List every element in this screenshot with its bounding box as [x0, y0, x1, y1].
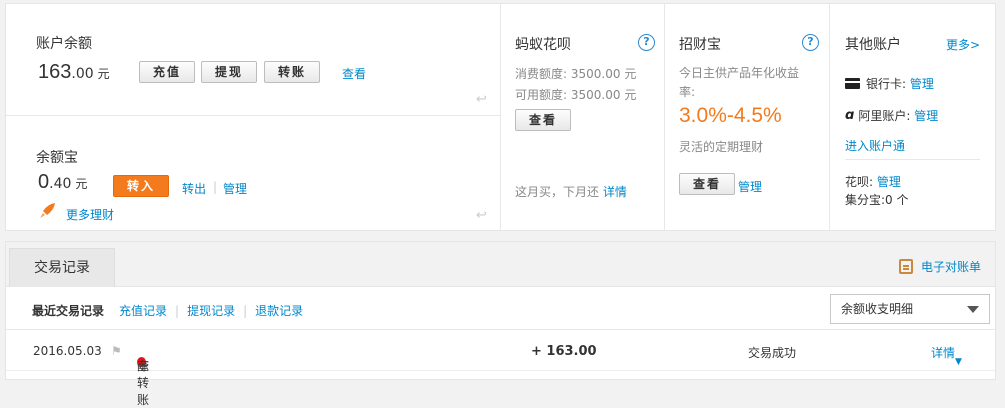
help-icon[interactable]: ?	[638, 34, 655, 51]
zhaocaibao-title: 招财宝	[679, 37, 721, 53]
bank-card-icon	[845, 78, 860, 89]
ali-account-row: ɑ 阿里账户: 管理	[845, 107, 939, 124]
divider: |	[213, 180, 218, 194]
trade-filter-bar: 最近交易记录 充值记录 | 提现记录 | 退款记录 余额收支明细	[6, 288, 995, 330]
table-row: 2016.05.03 ⚑ 陈奎转账 + 163.00 交易成功 详情 ▼	[6, 331, 995, 407]
huabei-manage-link[interactable]: 管理	[877, 175, 901, 189]
huabei-slogan: 这月买，下月还 详情	[515, 185, 627, 199]
balance-section: 账户余额 163.00 元 充值 提现 转账 查看 ↩	[6, 4, 500, 116]
view-balance-link[interactable]: 查看	[342, 65, 366, 82]
divider: |	[175, 304, 180, 318]
transfer-button[interactable]: 转账	[264, 61, 320, 83]
recent-trades-label: 最近交易记录	[32, 304, 105, 318]
return-icon: ↩	[476, 208, 487, 223]
divider	[845, 159, 980, 160]
flag-icon[interactable]: ⚑	[111, 344, 122, 358]
recharge-button[interactable]: 充值	[139, 61, 195, 83]
zhaocaibao-column: 招财宝 ? 今日主供产品年化收益 率: 3.0%-4.5% 灵活的定期理财 查看…	[665, 4, 829, 230]
ebill-link[interactable]: 电子对账单	[898, 258, 981, 275]
trade-date: 2016.05.03	[33, 344, 102, 358]
rocket-icon	[37, 201, 57, 221]
trade-records-panel: 交易记录 电子对账单 最近交易记录 充值记录 | 提现记录 | 退款记录 余额收支明细 …	[5, 241, 996, 407]
balance-amount: 163.00 元	[38, 61, 110, 83]
jifenbao-row: 集分宝:0 个	[845, 193, 909, 207]
return-icon: ↩	[476, 92, 487, 107]
huabei-column: 蚂蚁花呗 ? 消费额度: 3500.00 元 可用额度: 3500.00 元 查…	[501, 4, 664, 230]
huabei-view-button[interactable]: 查看	[515, 109, 571, 131]
trade-amount: + 163.00	[531, 344, 597, 359]
huabei-title: 蚂蚁花呗	[515, 37, 571, 53]
caret-down-icon	[967, 306, 979, 313]
bank-manage-link[interactable]: 管理	[910, 75, 934, 92]
zhaocaibao-desc: 今日主供产品年化收益 率:	[679, 66, 800, 99]
ali-logo-icon: ɑ	[845, 108, 855, 123]
balance-label: 账户余额	[36, 36, 92, 52]
withdraw-button[interactable]: 提现	[201, 61, 257, 83]
divider: |	[243, 304, 248, 318]
recharge-records-link[interactable]: 充值记录	[119, 304, 167, 318]
zhaocaibao-sub: 灵活的定期理财	[679, 140, 764, 154]
transfer-out-link[interactable]: 转出	[182, 180, 206, 197]
yuebao-label: 余额宝	[36, 150, 78, 166]
refund-records-link[interactable]: 退款记录	[255, 304, 303, 318]
ali-manage-link[interactable]: 管理	[914, 107, 938, 124]
account-overview-panel: 账户余额 163.00 元 充值 提现 转账 查看 ↩ 余额宝 0.40 元 转入 …	[5, 3, 996, 231]
bank-card-row: 银行卡: 管理	[845, 75, 934, 92]
huabei-account-row: 花呗: 管理	[845, 175, 901, 189]
trade-tabbar: 交易记录 电子对账单	[6, 242, 995, 287]
yuebao-manage-link[interactable]: 管理	[223, 180, 247, 197]
balance-column: 账户余额 163.00 元 充值 提现 转账 查看 ↩ 余额宝 0.40 元 转入 …	[6, 4, 500, 230]
withdraw-records-link[interactable]: 提现记录	[187, 304, 235, 318]
zhaocaibao-manage-link[interactable]: 管理	[738, 178, 762, 195]
bill-icon	[898, 259, 913, 274]
more-accounts-link[interactable]: 更多>	[946, 36, 980, 53]
more-finance-link[interactable]: 更多理财	[66, 206, 114, 223]
record-links: 充值记录 | 提现记录 | 退款记录	[119, 302, 303, 319]
zhaocaibao-rate: 3.0%-4.5%	[679, 104, 782, 127]
tab-trade-records[interactable]: 交易记录	[9, 248, 115, 287]
record-type-select[interactable]: 余额收支明细	[830, 294, 990, 324]
yuebao-section: 余额宝 0.40 元 转入 转出 | 管理 更多理财 ↩	[6, 117, 500, 230]
huabei-detail-link[interactable]: 详情	[603, 185, 627, 199]
caret-down-icon: ▼	[955, 357, 962, 367]
other-accounts-column: 其他账户 更多> 银行卡: 管理 ɑ 阿里账户: 管理 进入账户通 花呗: 管理…	[830, 4, 996, 230]
enter-account-link[interactable]: 进入账户通	[845, 137, 905, 154]
trade-detail[interactable]: 详情 ▼	[931, 344, 962, 367]
yuebao-amount: 0.40 元	[38, 171, 88, 193]
zhaocaibao-view-button[interactable]: 查看	[679, 173, 735, 195]
help-icon[interactable]: ?	[802, 34, 819, 51]
huabei-limit: 消费额度: 3500.00 元	[515, 67, 637, 81]
transfer-in-button[interactable]: 转入	[113, 175, 169, 197]
other-accounts-title: 其他账户	[845, 37, 901, 53]
huabei-available: 可用额度: 3500.00 元	[515, 88, 637, 102]
trade-status: 交易成功	[748, 346, 797, 360]
